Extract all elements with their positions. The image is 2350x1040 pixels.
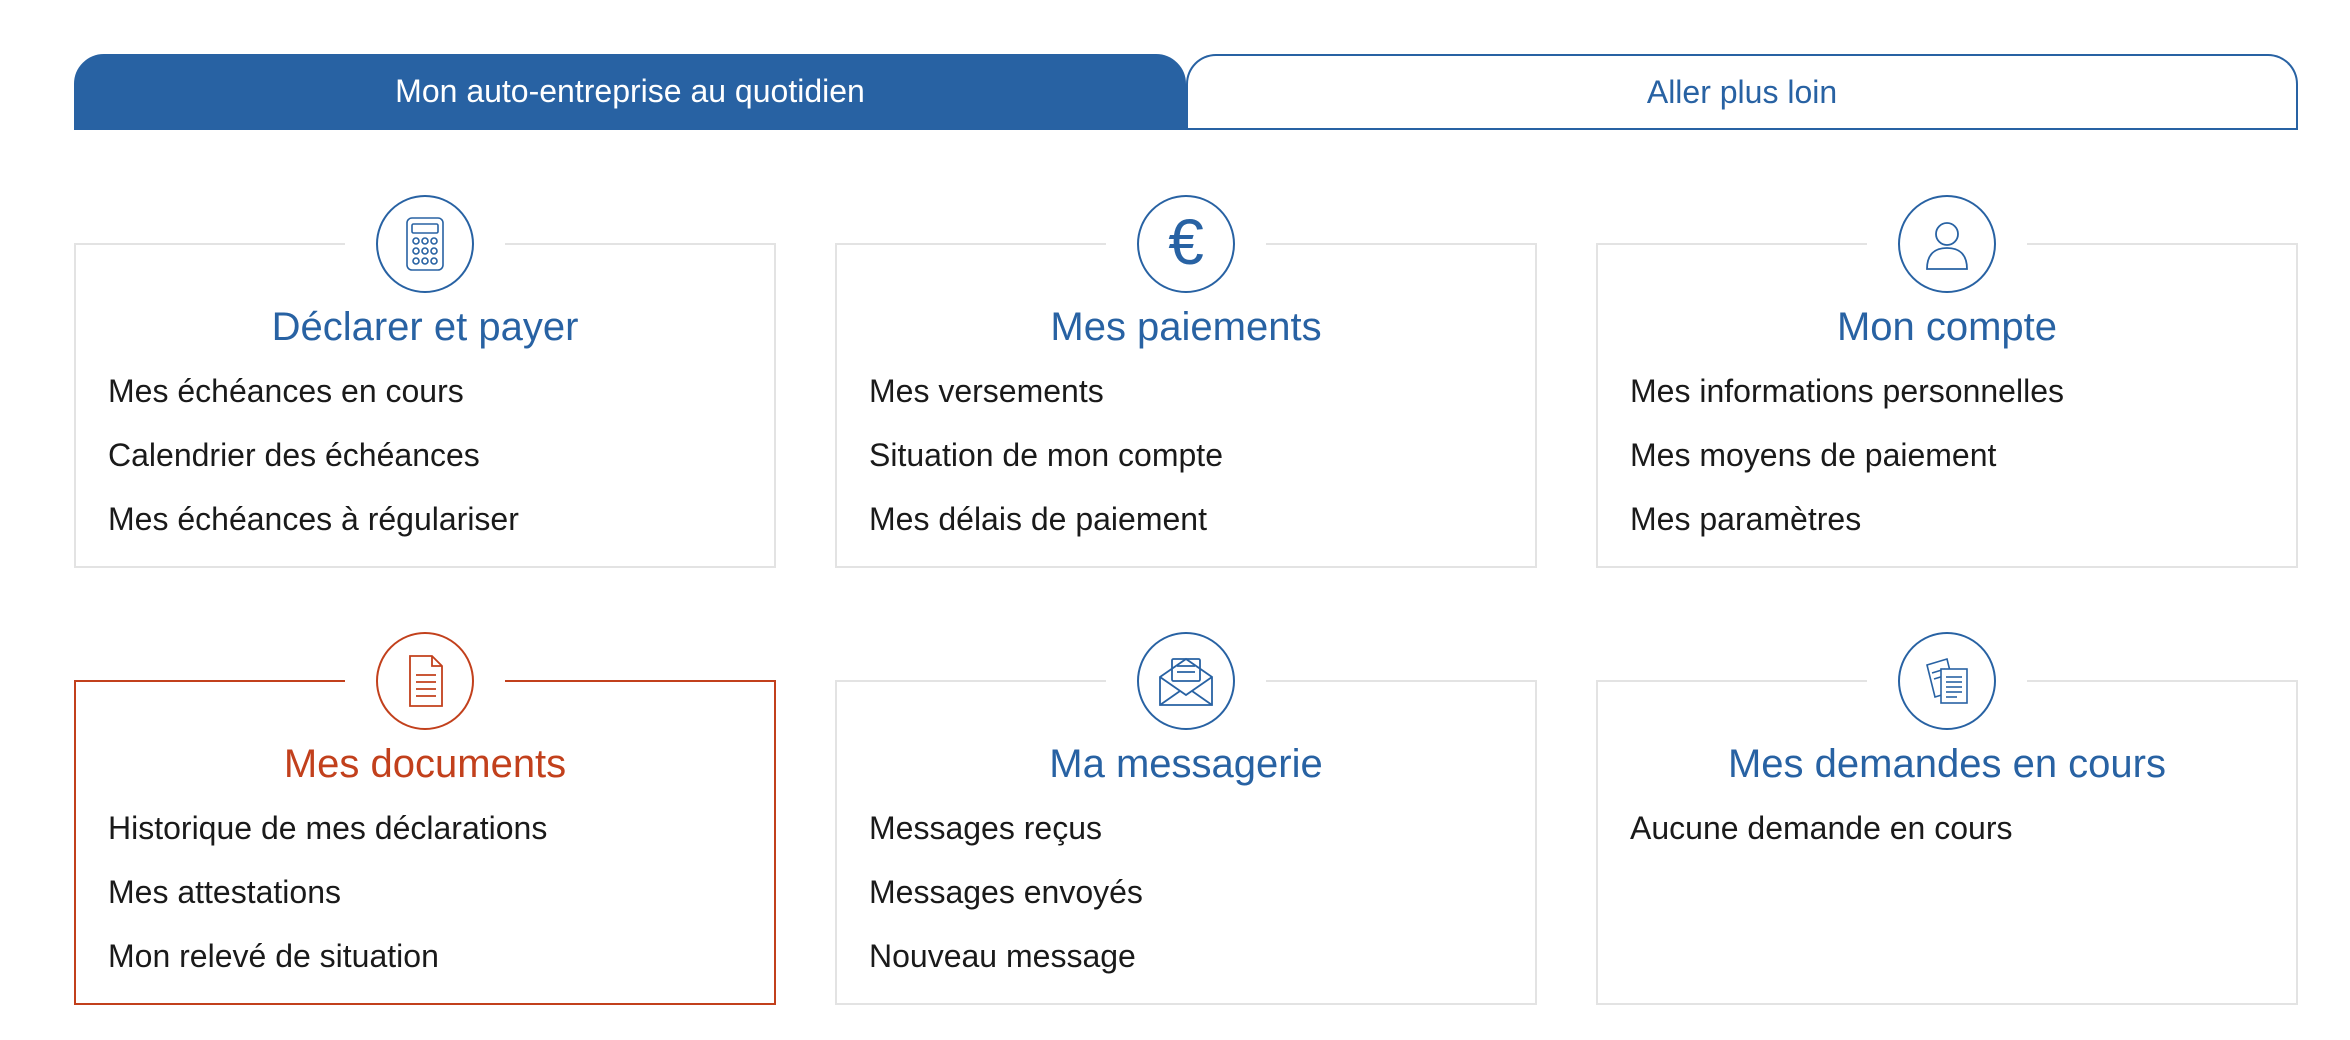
- link-mes-delais-de-paiement[interactable]: Mes délais de paiement: [869, 501, 1515, 565]
- link-messages-envoyes[interactable]: Messages envoyés: [869, 874, 1515, 938]
- requests-icon: [1898, 632, 1996, 730]
- link-calendrier-des-echeances[interactable]: Calendrier des échéances: [108, 437, 754, 501]
- icon-holder: [345, 632, 505, 732]
- link-mes-parametres[interactable]: Mes paramètres: [1630, 501, 2276, 565]
- card-link-list: Aucune demande en cours: [1630, 810, 2276, 874]
- card-link-list: Historique de mes déclarations Mes attes…: [108, 810, 754, 1002]
- card-mon-compte: Mon compte Mes informations personnelles…: [1596, 195, 2298, 568]
- calculator-icon: [376, 195, 474, 293]
- icon-holder: [345, 195, 505, 295]
- card-title: Ma messagerie: [1049, 742, 1323, 786]
- card-title: Mes demandes en cours: [1727, 742, 2166, 786]
- tab-aller-plus-loin[interactable]: Aller plus loin: [1186, 54, 2298, 128]
- envelope-icon: [1137, 632, 1235, 730]
- tab-mon-auto-entreprise[interactable]: Mon auto-entreprise au quotidien: [74, 54, 1186, 128]
- icon-holder: [1867, 195, 2027, 295]
- card-ma-messagerie: Ma messagerie Messages reçus Messages en…: [835, 632, 1537, 1005]
- card-title: Déclarer et payer: [271, 305, 579, 349]
- no-request-text: Aucune demande en cours: [1630, 810, 2013, 846]
- link-mes-echeances-a-regulariser[interactable]: Mes échéances à régulariser: [108, 501, 754, 565]
- link-mes-attestations[interactable]: Mes attestations: [108, 874, 754, 938]
- icon-holder: [1106, 632, 1266, 732]
- user-icon: [1898, 195, 1996, 293]
- link-nouveau-message[interactable]: Nouveau message: [869, 938, 1515, 1002]
- link-situation-de-mon-compte[interactable]: Situation de mon compte: [869, 437, 1515, 501]
- link-historique-de-mes-declarations[interactable]: Historique de mes déclarations: [108, 810, 754, 874]
- card-link-list: Messages reçus Messages envoyés Nouveau …: [869, 810, 1515, 1002]
- link-mes-moyens-de-paiement[interactable]: Mes moyens de paiement: [1630, 437, 2276, 501]
- icon-holder: [1867, 632, 2027, 732]
- svg-text:€: €: [1168, 212, 1204, 276]
- card-mes-paiements: € Mes paiements Mes versements Situation…: [835, 195, 1537, 568]
- link-mes-echeances-en-cours[interactable]: Mes échéances en cours: [108, 373, 754, 437]
- link-mes-informations-personnelles[interactable]: Mes informations personnelles: [1630, 373, 2276, 437]
- card-link-list: Mes informations personnelles Mes moyens…: [1630, 373, 2276, 565]
- euro-icon: €: [1137, 195, 1235, 293]
- link-mes-versements[interactable]: Mes versements: [869, 373, 1515, 437]
- card-title: Mes paiements: [1050, 305, 1322, 349]
- icon-holder: €: [1106, 195, 1266, 295]
- card-link-list: Mes versements Situation de mon compte M…: [869, 373, 1515, 565]
- dashboard-page: Mon auto-entreprise au quotidien Aller p…: [0, 0, 2350, 1040]
- card-title: Mes documents: [283, 742, 567, 786]
- card-declarer-et-payer: Déclarer et payer Mes échéances en cours…: [74, 195, 776, 568]
- card-mes-demandes-en-cours: Mes demandes en cours Aucune demande en …: [1596, 632, 2298, 1005]
- tab-bar: Mon auto-entreprise au quotidien Aller p…: [74, 54, 2298, 130]
- card-mes-documents: Mes documents Historique de mes déclarat…: [74, 632, 776, 1005]
- link-mon-releve-de-situation[interactable]: Mon relevé de situation: [108, 938, 754, 1002]
- card-title: Mon compte: [1836, 305, 2058, 349]
- card-link-list: Mes échéances en cours Calendrier des éc…: [108, 373, 754, 565]
- link-messages-recus[interactable]: Messages reçus: [869, 810, 1515, 874]
- document-icon: [376, 632, 474, 730]
